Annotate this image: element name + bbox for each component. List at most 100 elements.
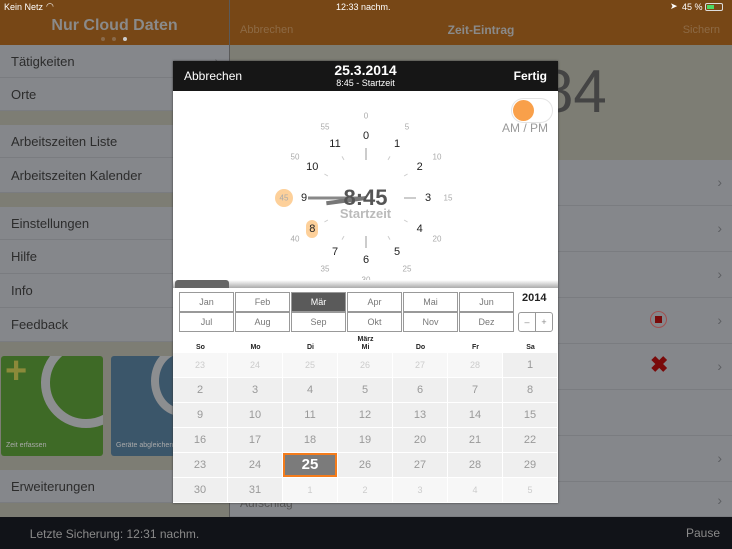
calendar-day[interactable]: 3	[228, 378, 282, 402]
year-plus-button[interactable]: +	[536, 313, 552, 331]
minute-label[interactable]: 10	[433, 153, 442, 162]
save-button[interactable]: Sichern	[683, 24, 720, 36]
calendar-day[interactable]: 28	[448, 453, 502, 477]
menu-label: Einstellungen	[11, 215, 90, 231]
month-button[interactable]: Feb	[235, 292, 290, 312]
minute-label[interactable]: 45	[280, 194, 289, 203]
calendar-day[interactable]: 6	[393, 378, 447, 402]
hour-label[interactable]: 9	[301, 192, 307, 204]
delete-x-icon[interactable]: ✖	[650, 352, 668, 378]
month-button[interactable]: Dez	[459, 312, 514, 332]
hour-label[interactable]: 0	[363, 130, 369, 142]
calendar-day[interactable]: 16	[173, 428, 227, 452]
calendar-day[interactable]: 17	[228, 428, 282, 452]
calendar-day[interactable]: 5	[503, 478, 557, 502]
calendar-day[interactable]: 23	[173, 353, 227, 377]
calendar-day[interactable]: 5	[338, 378, 392, 402]
tick-mark	[341, 235, 345, 240]
calendar-day[interactable]: 24	[228, 453, 282, 477]
minute-label[interactable]: 40	[291, 235, 300, 244]
plus-icon: +	[5, 356, 28, 392]
tile-zeit-erfassen[interactable]: + Zeit erfassen	[1, 356, 103, 456]
calendar-day[interactable]: 10	[228, 403, 282, 427]
calendar-day[interactable]: 1	[503, 353, 557, 377]
calendar-day-selected[interactable]: 25	[283, 453, 337, 477]
hour-label[interactable]: 8	[309, 223, 315, 235]
hour-label[interactable]: 10	[306, 161, 318, 173]
minute-label[interactable]: 20	[433, 235, 442, 244]
calendar-day[interactable]: 3	[393, 478, 447, 502]
minute-label[interactable]: 0	[364, 112, 368, 121]
hour-label[interactable]: 6	[363, 254, 369, 266]
hour-label[interactable]: 4	[417, 223, 423, 235]
calendar-day[interactable]: 7	[448, 378, 502, 402]
hour-label[interactable]: 1	[394, 138, 400, 150]
year-stepper[interactable]: – +	[518, 312, 553, 332]
calendar-day[interactable]: 30	[173, 478, 227, 502]
clock-label: Startzeit	[339, 206, 392, 221]
month-button[interactable]: Mär	[291, 292, 346, 312]
menu-label: Orte	[11, 86, 37, 102]
calendar-day[interactable]: 26	[338, 453, 392, 477]
left-header: Nur Cloud Daten	[0, 15, 229, 45]
calendar-day[interactable]: 4	[448, 478, 502, 502]
hour-label[interactable]: 5	[394, 246, 400, 258]
calendar-day[interactable]: 28	[448, 353, 502, 377]
clock-face[interactable]: 8:45 Startzeit 0015210315420525630735840…	[173, 61, 558, 291]
calendar-day[interactable]: 8	[503, 378, 557, 402]
tile-geraete-abgleichen[interactable]: Geräte abgleichen	[111, 356, 181, 456]
calendar-day[interactable]: 15	[503, 403, 557, 427]
stop-icon[interactable]	[650, 311, 667, 328]
hour-label[interactable]: 11	[329, 138, 340, 150]
last-backup: Letzte Sicherung: 12:31 nachm.	[29, 527, 200, 541]
month-button[interactable]: Sep	[291, 312, 346, 332]
calendar-day[interactable]: 21	[448, 428, 502, 452]
month-button[interactable]: Aug	[235, 312, 290, 332]
calendar-day[interactable]: 1	[283, 478, 337, 502]
calendar-day[interactable]: 12	[338, 403, 392, 427]
minute-label[interactable]: 5	[405, 122, 409, 131]
hour-label[interactable]: 7	[332, 246, 338, 258]
hour-label[interactable]: 3	[425, 192, 431, 204]
minute-label[interactable]: 35	[321, 265, 330, 274]
month-button[interactable]: Apr	[347, 292, 402, 312]
battery-icon	[705, 3, 723, 11]
year-minus-button[interactable]: –	[519, 313, 536, 331]
month-button[interactable]: Okt	[347, 312, 402, 332]
minute-label[interactable]: 50	[291, 153, 300, 162]
calendar-day[interactable]: 29	[503, 453, 557, 477]
minute-label[interactable]: 25	[403, 265, 412, 274]
calendar-day[interactable]: 4	[283, 378, 337, 402]
calendar-day[interactable]: 22	[503, 428, 557, 452]
minute-label[interactable]: 55	[321, 122, 330, 131]
hour-label[interactable]: 2	[417, 161, 423, 173]
calendar-day[interactable]: 25	[283, 353, 337, 377]
calendar-day[interactable]: 2	[173, 378, 227, 402]
month-button[interactable]: Jan	[179, 292, 234, 312]
calendar-day[interactable]: 11	[283, 403, 337, 427]
calendar-day[interactable]: 24	[228, 353, 282, 377]
calendar-day[interactable]: 14	[448, 403, 502, 427]
month-button[interactable]: Jun	[459, 292, 514, 312]
calendar-day[interactable]: 2	[338, 478, 392, 502]
pause-button[interactable]: Pause	[686, 526, 720, 540]
month-button[interactable]: Nov	[403, 312, 458, 332]
minute-label[interactable]: 15	[444, 194, 453, 203]
calendar-day[interactable]: 20	[393, 428, 447, 452]
tile-label: Geräte abgleichen	[116, 442, 174, 449]
calendar-day[interactable]: 23	[173, 453, 227, 477]
clock-time: 12:33 nachm.	[336, 2, 391, 12]
calendar-day[interactable]: 27	[393, 353, 447, 377]
calendar-day[interactable]: 18	[283, 428, 337, 452]
calendar-day[interactable]: 13	[393, 403, 447, 427]
calendar-day[interactable]: 19	[338, 428, 392, 452]
scroll-handle[interactable]	[175, 280, 229, 288]
month-button[interactable]: Jul	[179, 312, 234, 332]
month-button[interactable]: Mai	[403, 292, 458, 312]
calendar-day[interactable]: 31	[228, 478, 282, 502]
calendar-day[interactable]: 26	[338, 353, 392, 377]
calendar-day[interactable]: 27	[393, 453, 447, 477]
calendar-day[interactable]: 9	[173, 403, 227, 427]
page-dots[interactable]	[101, 37, 127, 41]
year-label: 2014	[522, 292, 547, 304]
